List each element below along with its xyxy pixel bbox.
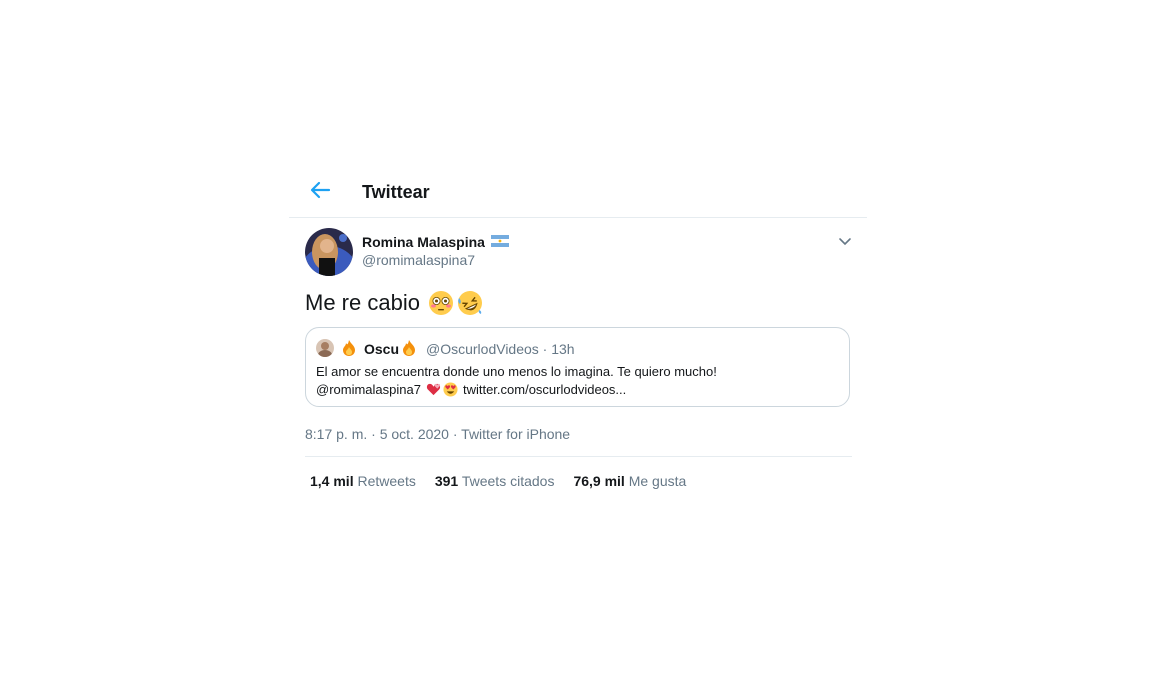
quote-tweets-count: 391: [434, 473, 459, 489]
tweet-timestamp[interactable]: 8:17 p. m. · 5 oct. 2020 · Twitter for i…: [305, 426, 570, 442]
quoted-avatar: [316, 339, 334, 357]
fire-emoji: [343, 340, 355, 356]
retweets-label: Retweets: [357, 473, 416, 489]
quoted-author-name: Oscu: [364, 341, 400, 357]
rolling-laughing-emoji: [457, 291, 482, 315]
divider: [305, 456, 852, 457]
quoted-handle-time: @OscurlodVideos · 13h: [426, 341, 575, 357]
retweets-stat[interactable]: 1,4 mil Retweets: [310, 473, 416, 489]
author-handle[interactable]: @romimalaspina7: [362, 252, 475, 268]
tweet-card: Twittear Romina Malaspina @romimalaspina…: [289, 160, 867, 508]
likes-stat[interactable]: 76,9 mil Me gusta: [573, 473, 686, 489]
chevron-down-icon[interactable]: [836, 234, 854, 248]
argentina-flag-icon: [491, 235, 509, 247]
likes-count: 76,9 mil: [573, 473, 625, 489]
likes-label: Me gusta: [628, 473, 687, 489]
quoted-text-line1: El amor se encuentra donde uno menos lo …: [316, 364, 717, 379]
tweet-text: Me re cabio: [305, 290, 483, 316]
fire-emoji: [403, 340, 415, 356]
page-title: Twittear: [362, 182, 430, 202]
two-hearts-emoji: [426, 383, 441, 396]
back-arrow-icon[interactable]: [309, 180, 331, 200]
avatar[interactable]: [305, 228, 353, 276]
quoted-mention: @romimalaspina7: [316, 382, 421, 397]
tweet-text-content: Me re cabio: [305, 290, 420, 315]
heart-eyes-emoji: [443, 382, 458, 397]
flushed-face-emoji: [428, 291, 453, 315]
page-header: Twittear: [289, 160, 867, 218]
quoted-link: twitter.com/oscurlodvideos...: [462, 382, 627, 397]
timestamp-text[interactable]: 8:17 p. m. · 5 oct. 2020 · Twitter for i…: [305, 426, 570, 442]
quoted-tweet[interactable]: Oscu @OscurlodVideos · 13h El amor se en…: [305, 327, 850, 407]
quote-tweets-label: Tweets citados: [461, 473, 555, 489]
quote-tweets-stat[interactable]: 391 Tweets citados: [435, 473, 555, 489]
engagement-stats: 1,4 mil Retweets 391 Tweets citados 76,9…: [310, 473, 686, 489]
quoted-text-line2: @romimalaspina7 twitter.com/oscurlodvide…: [316, 382, 626, 397]
author-name[interactable]: Romina Malaspina: [362, 234, 485, 250]
avatar-image: [305, 228, 353, 276]
retweets-count: 1,4 mil: [310, 473, 354, 489]
